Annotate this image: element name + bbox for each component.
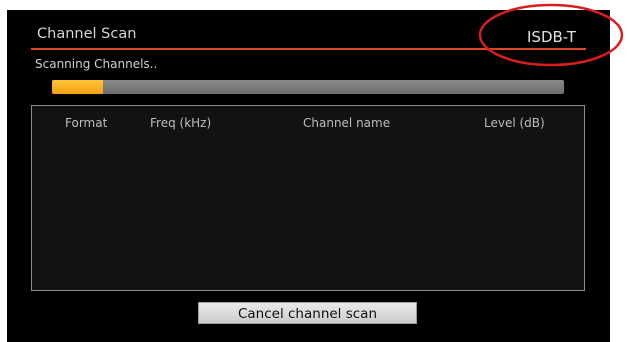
- column-header-format: Format: [65, 116, 108, 130]
- scan-progress-fill: [52, 80, 104, 94]
- channel-list-table: Format Freq (kHz) Channel name Level (dB…: [31, 105, 585, 291]
- broadcast-standard-label: ISDB-T: [527, 28, 576, 46]
- scan-status-text: Scanning Channels..: [35, 57, 158, 71]
- column-header-level: Level (dB): [484, 116, 545, 130]
- channel-scan-screen: Channel Scan ISDB-T Scanning Channels.. …: [7, 10, 610, 342]
- scan-progress-bar: [52, 80, 564, 94]
- column-header-channel-name: Channel name: [303, 116, 391, 130]
- title-divider: [31, 48, 586, 50]
- cancel-channel-scan-button[interactable]: Cancel channel scan: [198, 302, 417, 324]
- column-header-frequency: Freq (kHz): [150, 116, 212, 130]
- dialog-title: Channel Scan: [37, 26, 137, 42]
